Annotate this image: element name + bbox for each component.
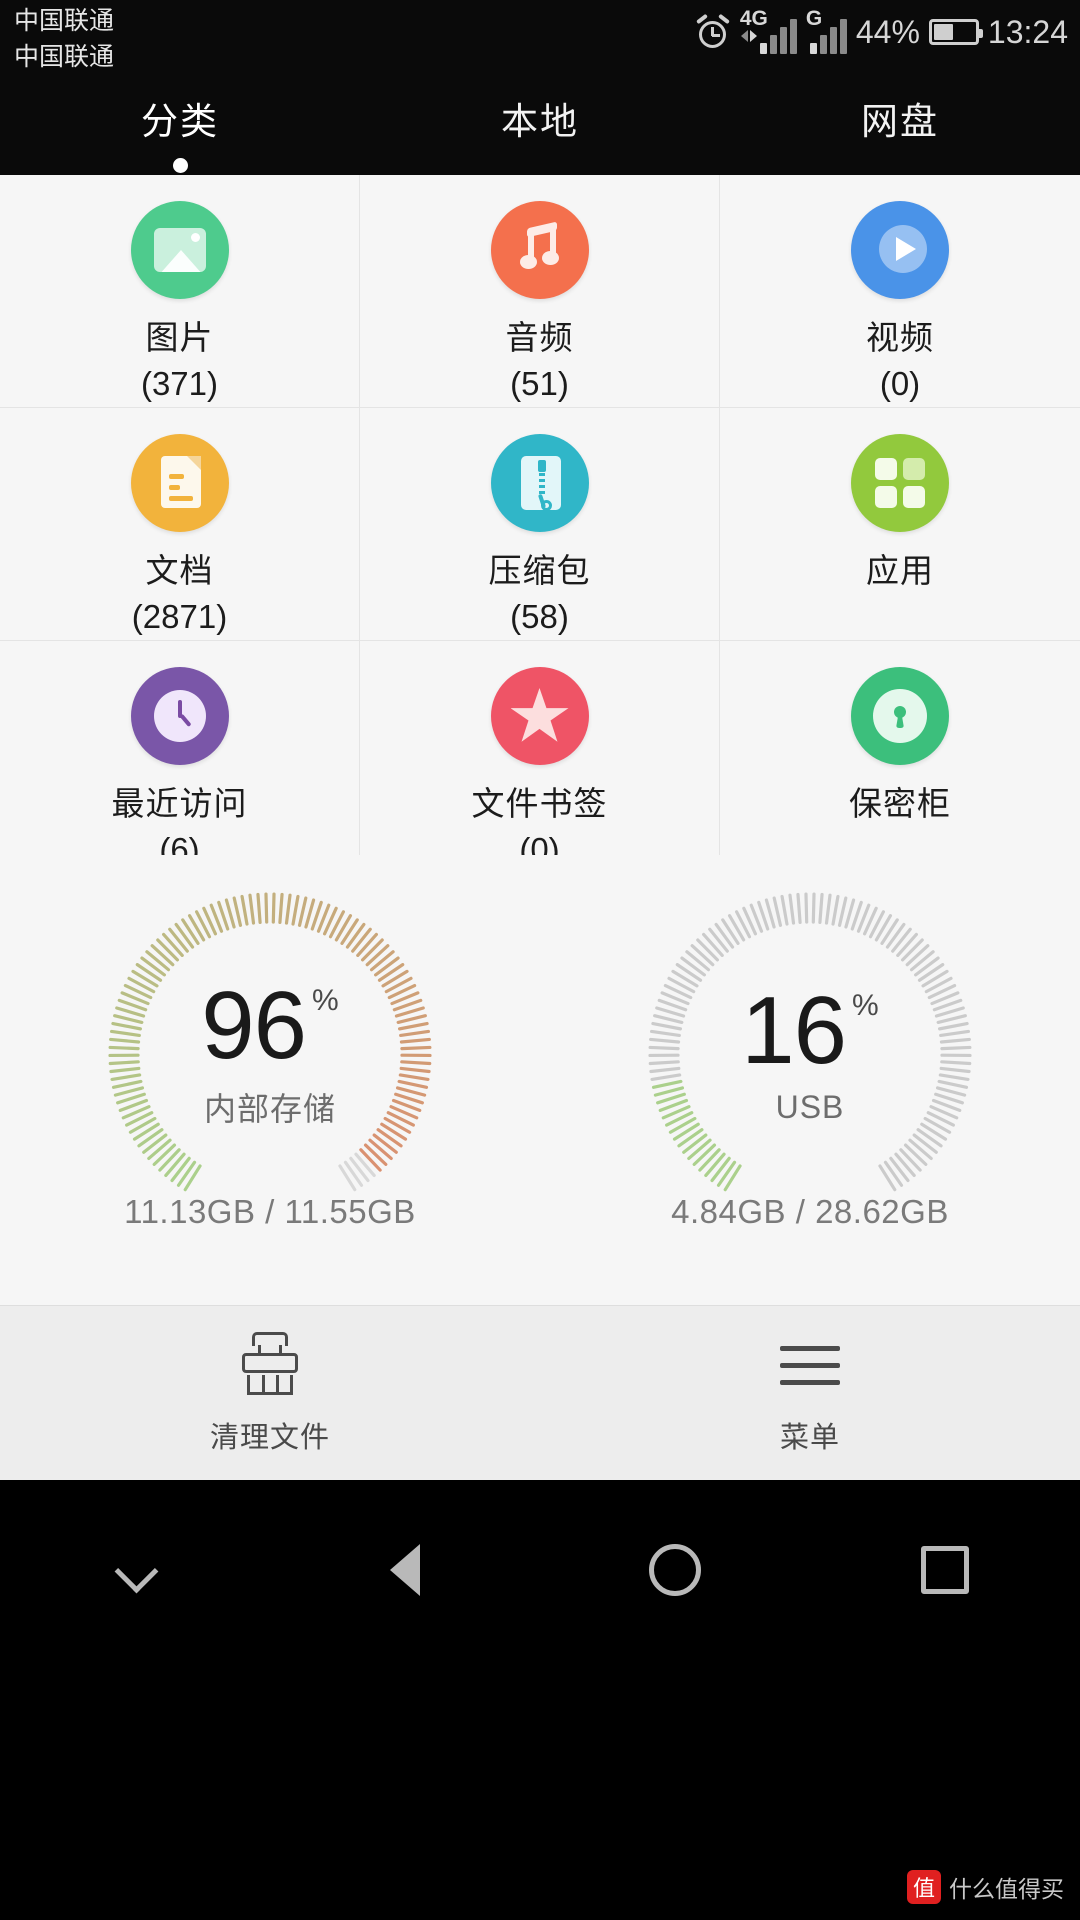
gauge-ticks: [108, 892, 432, 1192]
category-item-archives[interactable]: 压缩包 (58): [360, 408, 720, 641]
bottom-toolbar: 清理文件 菜单: [0, 1305, 1080, 1480]
category-count: (0): [879, 365, 921, 402]
carrier-sim2: 中国联通: [14, 43, 115, 71]
category-item-audio[interactable]: 音频 (51): [360, 175, 720, 408]
storage-gauge-usb[interactable]: 16 % USB 4.84GB / 28.62GB: [540, 855, 1080, 1305]
lock-icon: [851, 667, 949, 765]
carrier-sim1: 中国联通: [14, 7, 115, 35]
phone-screen: 中国联通 中国联通 4G G 44% 13:24 分类 本地 网盘 图片 (37…: [0, 0, 1080, 1920]
clock-label: 13:24: [987, 13, 1068, 50]
category-label: 应用: [866, 552, 934, 589]
recents-square-icon: [921, 1546, 969, 1594]
page-indicator: [0, 158, 1080, 175]
watermark-label: 什么值得买: [949, 1876, 1064, 1902]
category-label: 最近访问: [111, 785, 248, 822]
hamburger-menu-icon: [775, 1330, 845, 1404]
category-label: 文档: [145, 552, 214, 589]
category-item-apps[interactable]: 应用: [720, 408, 1080, 641]
clock-icon: [130, 667, 229, 765]
category-item-images[interactable]: 图片 (371): [0, 175, 360, 408]
category-label: 视频: [866, 319, 934, 356]
watermark-badge: 值: [907, 1870, 941, 1904]
battery-percent-label: 44%: [855, 13, 920, 50]
back-button[interactable]: [270, 1510, 540, 1630]
menu-label: 菜单: [779, 1422, 840, 1454]
category-count: (58): [510, 598, 569, 635]
storage-gauge-internal[interactable]: 96 % 内部存储 11.13GB / 11.55GB: [0, 855, 540, 1305]
category-label: 压缩包: [488, 552, 591, 589]
status-icons: 4G G 44% 13:24: [695, 8, 1068, 56]
storage-capacity-label: 4.84GB / 28.62GB: [671, 1193, 949, 1230]
recents-button[interactable]: [810, 1510, 1080, 1630]
zip-icon: [490, 434, 589, 532]
apps-grid-icon: [851, 434, 949, 532]
category-label: 图片: [145, 319, 214, 356]
tab-categories[interactable]: 分类: [0, 78, 360, 158]
page-indicator-dot-active: [173, 158, 188, 173]
category-count: (371): [140, 365, 219, 402]
category-item-recent[interactable]: 最近访问 (6): [0, 641, 360, 873]
category-item-video[interactable]: 视频 (0): [720, 175, 1080, 408]
star-icon: [490, 667, 589, 765]
broom-icon: [235, 1330, 305, 1404]
tab-local[interactable]: 本地: [360, 78, 720, 158]
gauge-dial: 16 % USB: [645, 889, 975, 1219]
gauge-dial: 96 % 内部存储: [105, 889, 435, 1219]
sim2-network-label: G: [805, 7, 823, 30]
category-grid: 图片 (371) 音频 (51) 视频 (0) 文档 (2871) 压缩包 (5…: [0, 175, 1080, 873]
category-count: (51): [510, 365, 569, 402]
menu-button[interactable]: 菜单: [540, 1306, 1080, 1481]
category-item-documents[interactable]: 文档 (2871): [0, 408, 360, 641]
category-item-safe[interactable]: 保密柜: [720, 641, 1080, 873]
tab-cloud[interactable]: 网盘: [720, 78, 1080, 158]
status-bar: 中国联通 中国联通 4G G 44% 13:24: [0, 0, 1080, 78]
sim2-signal-icon: G: [805, 7, 847, 54]
system-navigation-bar: 值 什么值得买: [0, 1480, 1080, 1920]
storage-panel: 96 % 内部存储 11.13GB / 11.55GB 16 % USB 4.8…: [0, 855, 1080, 1305]
category-label: 文件书签: [471, 785, 608, 822]
tab-bar: 分类 本地 网盘: [0, 78, 1080, 175]
carrier-labels: 中国联通 中国联通: [14, 3, 114, 75]
category-count: (2871): [131, 598, 228, 635]
gauge-ticks: [648, 892, 972, 1192]
home-circle-icon: [649, 1544, 701, 1596]
sim1-network-label: 4G: [739, 7, 768, 30]
alarm-clock-icon: [695, 13, 731, 50]
storage-capacity-label: 11.13GB / 11.55GB: [124, 1193, 416, 1230]
music-note-icon: [490, 201, 589, 299]
category-label: 保密柜: [849, 785, 951, 822]
category-label: 音频: [505, 319, 574, 356]
back-triangle-icon: [390, 1544, 420, 1596]
photo-icon: [130, 201, 229, 299]
sim1-signal-icon: 4G: [739, 7, 797, 54]
battery-icon: [928, 19, 983, 45]
clean-files-label: 清理文件: [209, 1422, 330, 1454]
play-icon: [851, 201, 949, 299]
chevron-down-icon: [113, 1548, 157, 1592]
clean-files-button[interactable]: 清理文件: [0, 1306, 540, 1481]
category-item-bookmarks[interactable]: 文件书签 (0): [360, 641, 720, 873]
home-button[interactable]: [540, 1510, 810, 1630]
watermark: 值 什么值得买: [907, 1870, 1064, 1904]
hide-navbar-button[interactable]: [0, 1510, 270, 1630]
document-icon: [130, 434, 229, 532]
